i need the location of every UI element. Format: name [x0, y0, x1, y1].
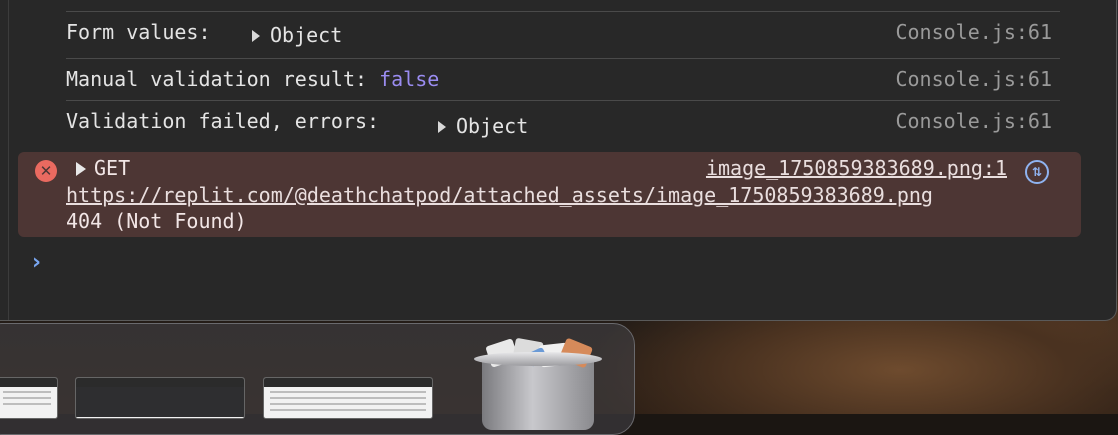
- object-expander[interactable]: Object: [252, 23, 342, 47]
- object-expander[interactable]: Object: [438, 114, 528, 138]
- expand-triangle-icon[interactable]: [76, 162, 86, 176]
- error-status: 404 (Not Found): [66, 209, 247, 233]
- devtools-console: Form values: Object Console.js:61 Manual…: [0, 0, 1117, 321]
- window-thumbnail-3[interactable]: [263, 377, 433, 419]
- window-thumbnail-1[interactable]: [0, 377, 58, 419]
- window-thumbnail-2[interactable]: [75, 377, 245, 419]
- console-error-row: ✕ GET image_1750859383689.png:1 ⇅ https:…: [18, 152, 1081, 237]
- error-x-icon: ✕: [35, 160, 57, 182]
- log-message: Form values:: [66, 20, 211, 44]
- error-source-link[interactable]: image_1750859383689.png:1: [706, 156, 1007, 180]
- log-source-link[interactable]: Console.js:61: [895, 20, 1052, 44]
- console-log-row: Validation failed, errors: Object Consol…: [66, 100, 1060, 151]
- log-message: Manual validation result: false: [66, 67, 440, 91]
- trash-full-icon[interactable]: [474, 337, 602, 430]
- boolean-value: false: [379, 67, 440, 91]
- expand-triangle-icon[interactable]: [252, 29, 260, 42]
- log-source-link[interactable]: Console.js:61: [895, 109, 1052, 133]
- panel-divider: [8, 0, 9, 320]
- console-log-row: Manual validation result: false Console.…: [66, 58, 1060, 101]
- network-request-icon[interactable]: ⇅: [1025, 160, 1049, 184]
- console-log-row: Form values: Object Console.js:61: [66, 11, 1060, 59]
- error-url-link[interactable]: https://replit.com/@deathchatpod/attache…: [66, 183, 933, 207]
- request-method[interactable]: GET: [94, 156, 130, 180]
- log-message: Validation failed, errors:: [66, 109, 380, 133]
- log-source-link[interactable]: Console.js:61: [895, 67, 1052, 91]
- console-prompt-chevron-icon[interactable]: ›: [32, 250, 41, 275]
- expand-triangle-icon[interactable]: [438, 120, 446, 133]
